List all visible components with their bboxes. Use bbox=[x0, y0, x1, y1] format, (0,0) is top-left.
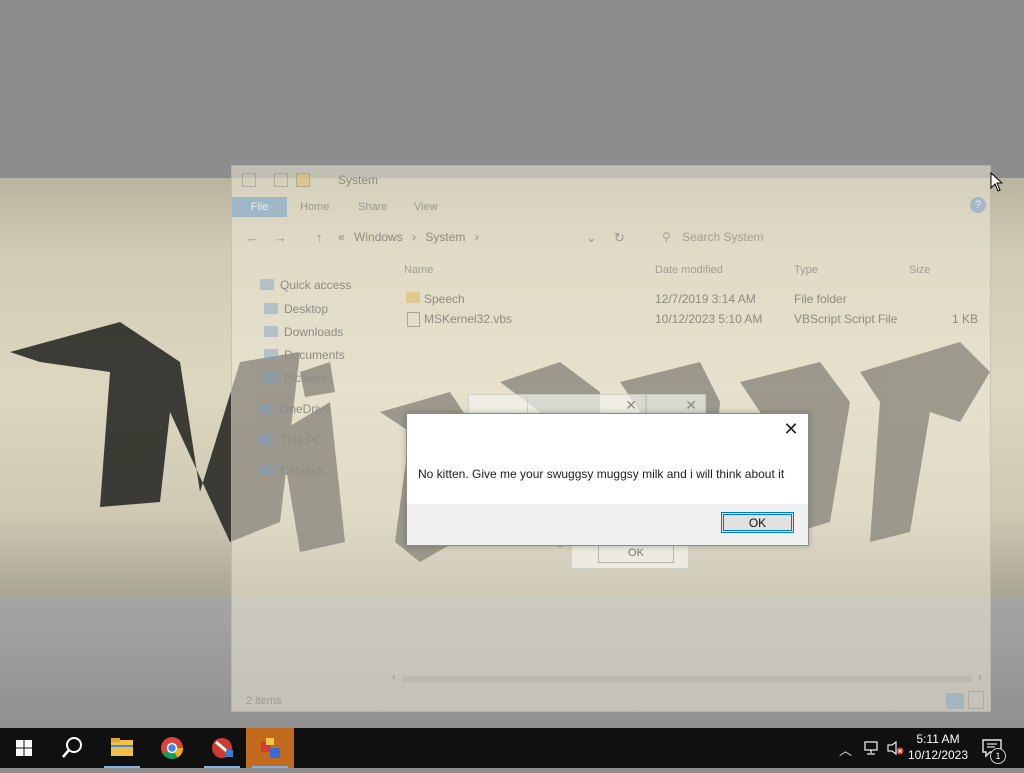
file-date: 10/12/2023 5:10 AM bbox=[655, 312, 763, 326]
clock-date: 10/12/2023 bbox=[907, 748, 969, 762]
search-button[interactable] bbox=[48, 728, 96, 768]
close-icon[interactable]: ✕ bbox=[685, 397, 697, 414]
folder-icon bbox=[406, 292, 420, 303]
column-date-modified[interactable]: Date modified bbox=[655, 264, 723, 276]
column-name[interactable]: Name bbox=[404, 264, 433, 276]
search-icon: ⚲ bbox=[662, 230, 671, 244]
star-icon bbox=[260, 279, 274, 290]
file-name: Speech bbox=[424, 292, 465, 306]
breadcrumb-windows[interactable]: Windows bbox=[354, 230, 403, 244]
nav-documents[interactable]: Documents bbox=[264, 348, 345, 362]
nav-desktop[interactable]: Desktop bbox=[264, 302, 328, 316]
horizontal-scrollbar[interactable]: ‹ › bbox=[392, 672, 982, 684]
message-box: ✕ No kitten. Give me your swuggsy muggsy… bbox=[406, 413, 809, 546]
search-input[interactable]: ⚲ Search System bbox=[662, 227, 972, 247]
back-arrow-icon[interactable]: ← bbox=[246, 230, 259, 245]
folder-icon bbox=[242, 173, 256, 187]
ok-button[interactable]: OK bbox=[721, 512, 794, 533]
mouse-cursor-icon bbox=[990, 172, 1004, 192]
taskbar-chrome[interactable] bbox=[148, 728, 196, 768]
taskbar-active-app[interactable] bbox=[246, 728, 294, 768]
navigation-pane: Quick access Desktop Downloads Documents… bbox=[232, 262, 392, 682]
file-date: 12/7/2019 3:14 AM bbox=[655, 292, 756, 306]
explorer-titlebar: System bbox=[232, 166, 990, 194]
documents-icon bbox=[264, 349, 278, 360]
taskbar-ccleaner[interactable] bbox=[198, 728, 246, 768]
breadcrumb-overflow[interactable]: « bbox=[338, 230, 345, 244]
file-row[interactable]: MSKernel32.vbs 10/12/2023 5:10 AM VBScri… bbox=[402, 310, 982, 328]
search-icon bbox=[62, 737, 82, 758]
nav-downloads[interactable]: Downloads bbox=[264, 325, 343, 339]
close-icon[interactable]: ✕ bbox=[625, 397, 637, 414]
file-type: File folder bbox=[794, 292, 847, 306]
close-icon[interactable]: ✕ bbox=[778, 416, 804, 442]
refresh-icon[interactable]: ↻ bbox=[614, 230, 625, 246]
large-icons-view-icon[interactable] bbox=[968, 691, 984, 709]
taskbar-file-explorer[interactable] bbox=[98, 728, 146, 768]
show-hidden-icons-icon[interactable]: ︿ bbox=[839, 740, 852, 759]
address-dropdown-icon[interactable]: ⌄ bbox=[586, 230, 597, 246]
breadcrumb-system[interactable]: System bbox=[425, 230, 465, 244]
desktop-icon bbox=[264, 303, 278, 314]
start-button[interactable] bbox=[0, 728, 48, 768]
script-file-icon bbox=[407, 312, 420, 327]
taskbar: ︿ 5:11 AM 10/12/2023 1 bbox=[0, 728, 1024, 768]
ccleaner-icon bbox=[212, 738, 233, 758]
file-explorer-icon bbox=[111, 738, 133, 756]
nav-quick-access[interactable]: Quick access bbox=[260, 278, 351, 292]
column-size[interactable]: Size bbox=[909, 264, 930, 276]
nav-onedrive[interactable]: OneDrive bbox=[260, 402, 331, 416]
tab-home[interactable]: Home bbox=[300, 198, 329, 216]
details-view-icon[interactable] bbox=[946, 693, 964, 709]
scroll-thumb[interactable] bbox=[402, 676, 972, 682]
breadcrumb-separator: › bbox=[412, 230, 417, 244]
cloud-icon bbox=[260, 403, 274, 414]
tab-file[interactable]: File bbox=[232, 197, 287, 217]
app-blocks-icon bbox=[261, 738, 280, 758]
pictures-icon bbox=[264, 372, 278, 383]
ribbon: File Home Share View ? bbox=[232, 194, 990, 218]
column-type[interactable]: Type bbox=[794, 264, 818, 276]
properties-icon[interactable] bbox=[274, 173, 288, 187]
new-folder-icon[interactable] bbox=[296, 173, 310, 187]
nav-network[interactable]: Network bbox=[260, 464, 324, 478]
notification-count-badge: 1 bbox=[990, 748, 1006, 764]
forward-arrow-icon[interactable]: → bbox=[274, 230, 287, 245]
nav-pictures[interactable]: Pictures bbox=[264, 371, 327, 385]
clock-time: 5:11 AM bbox=[916, 732, 960, 746]
nav-this-pc[interactable]: This PC bbox=[260, 433, 323, 447]
scroll-right-icon[interactable]: › bbox=[979, 672, 982, 683]
search-placeholder: Search System bbox=[682, 230, 764, 244]
up-arrow-icon[interactable]: ↑ bbox=[316, 230, 323, 245]
tab-view[interactable]: View bbox=[414, 198, 438, 216]
breadcrumb-separator: › bbox=[474, 230, 479, 244]
background-ok-button[interactable]: OK bbox=[598, 543, 674, 563]
file-size: 1 KB bbox=[952, 312, 979, 326]
file-name: MSKernel32.vbs bbox=[424, 312, 513, 326]
volume-muted-icon[interactable] bbox=[886, 740, 904, 756]
file-row[interactable]: Speech 12/7/2019 3:14 AM File folder bbox=[402, 290, 982, 308]
address-bar[interactable]: « Windows › System › bbox=[338, 227, 608, 247]
scroll-left-icon[interactable]: ‹ bbox=[392, 672, 395, 683]
network-icon bbox=[260, 465, 274, 476]
message-text: No kitten. Give me your swuggsy muggsy m… bbox=[418, 467, 785, 481]
help-icon[interactable]: ? bbox=[970, 197, 986, 213]
address-row: ← → ↑ « Windows › System › ⌄ ↻ ⚲ Search … bbox=[232, 224, 990, 250]
status-bar-item-count: 2 items bbox=[246, 695, 282, 707]
message-box-footer: OK bbox=[407, 504, 808, 545]
system-clock[interactable]: 5:11 AM 10/12/2023 bbox=[903, 731, 973, 763]
downloads-icon bbox=[264, 326, 278, 337]
chrome-icon bbox=[161, 737, 183, 759]
explorer-title: System bbox=[338, 173, 379, 187]
file-type: VBScript Script File bbox=[794, 312, 898, 326]
tab-share[interactable]: Share bbox=[358, 198, 387, 216]
network-icon[interactable] bbox=[863, 740, 879, 756]
computer-icon bbox=[260, 434, 274, 445]
wallpaper-top bbox=[0, 0, 1024, 180]
windows-logo-icon bbox=[16, 740, 32, 756]
